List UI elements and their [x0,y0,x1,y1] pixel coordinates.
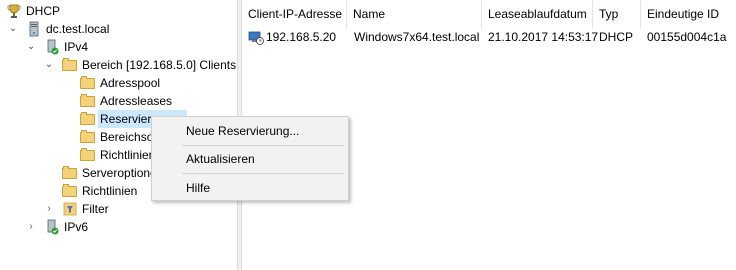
column-header[interactable]: Client-IP-Adresse [242,0,347,29]
tree-label: dc.test.local [46,22,110,36]
cell-name: Windows7x64.test.local [354,30,480,44]
folder-policies-icon [62,183,78,199]
menu-item-help[interactable]: Hilfe [186,177,210,199]
cell-unique-id: 00155d004c1a [647,30,727,44]
menu-separator [182,145,344,146]
chevron-right-icon[interactable]: › [44,204,54,214]
cell-ip: 192.168.5.20 [266,30,337,44]
tree-label: Richtlinien [100,148,156,162]
tree-label: Filter [82,202,109,216]
menu-item-new-reservation[interactable]: Neue Reservierung... [186,120,299,142]
cell-lease-expiry: 21.10.2017 14:53:17 [488,30,599,44]
folder-icon [62,57,78,73]
server-icon [29,21,39,37]
column-header[interactable]: Eindeutige ID [641,0,736,29]
tree-label: Bereich [192.168.5.0] Clients [82,58,237,72]
ipv4-icon [47,39,59,55]
folder-options-icon [80,129,96,145]
tree-label: Adressleases [100,94,173,108]
folder-leases-icon [80,93,96,109]
lease-computer-icon [248,31,264,45]
tree-label: Richtlinien [82,184,138,198]
context-menu: Neue Reservierung... Aktualisieren Hilfe [151,116,349,201]
column-header[interactable]: Name [347,0,482,29]
tree-label: IPv6 [64,220,89,234]
folder-options-icon [62,165,78,181]
dhcp-trophy-icon [7,4,21,18]
folder-reservations-icon [80,111,96,127]
chevron-down-icon[interactable]: ⌄ [44,60,54,70]
folder-pool-icon [80,75,96,91]
column-header[interactable]: Leaseablaufdatum [482,0,593,29]
chevron-right-icon[interactable]: › [26,222,36,232]
column-header[interactable]: Typ [593,0,641,29]
cell-type: DHCP [599,30,634,44]
filter-icon [63,202,77,216]
tree-label: IPv4 [64,40,89,54]
chevron-down-icon[interactable]: ⌄ [8,24,18,34]
menu-item-refresh[interactable]: Aktualisieren [186,148,255,170]
tree-label: Adresspool [100,76,161,90]
chevron-down-icon[interactable]: ⌄ [26,42,36,52]
ipv6-icon [47,219,59,235]
tree-label: DHCP [26,4,61,18]
menu-separator [182,173,344,174]
folder-policies-icon [80,147,96,163]
